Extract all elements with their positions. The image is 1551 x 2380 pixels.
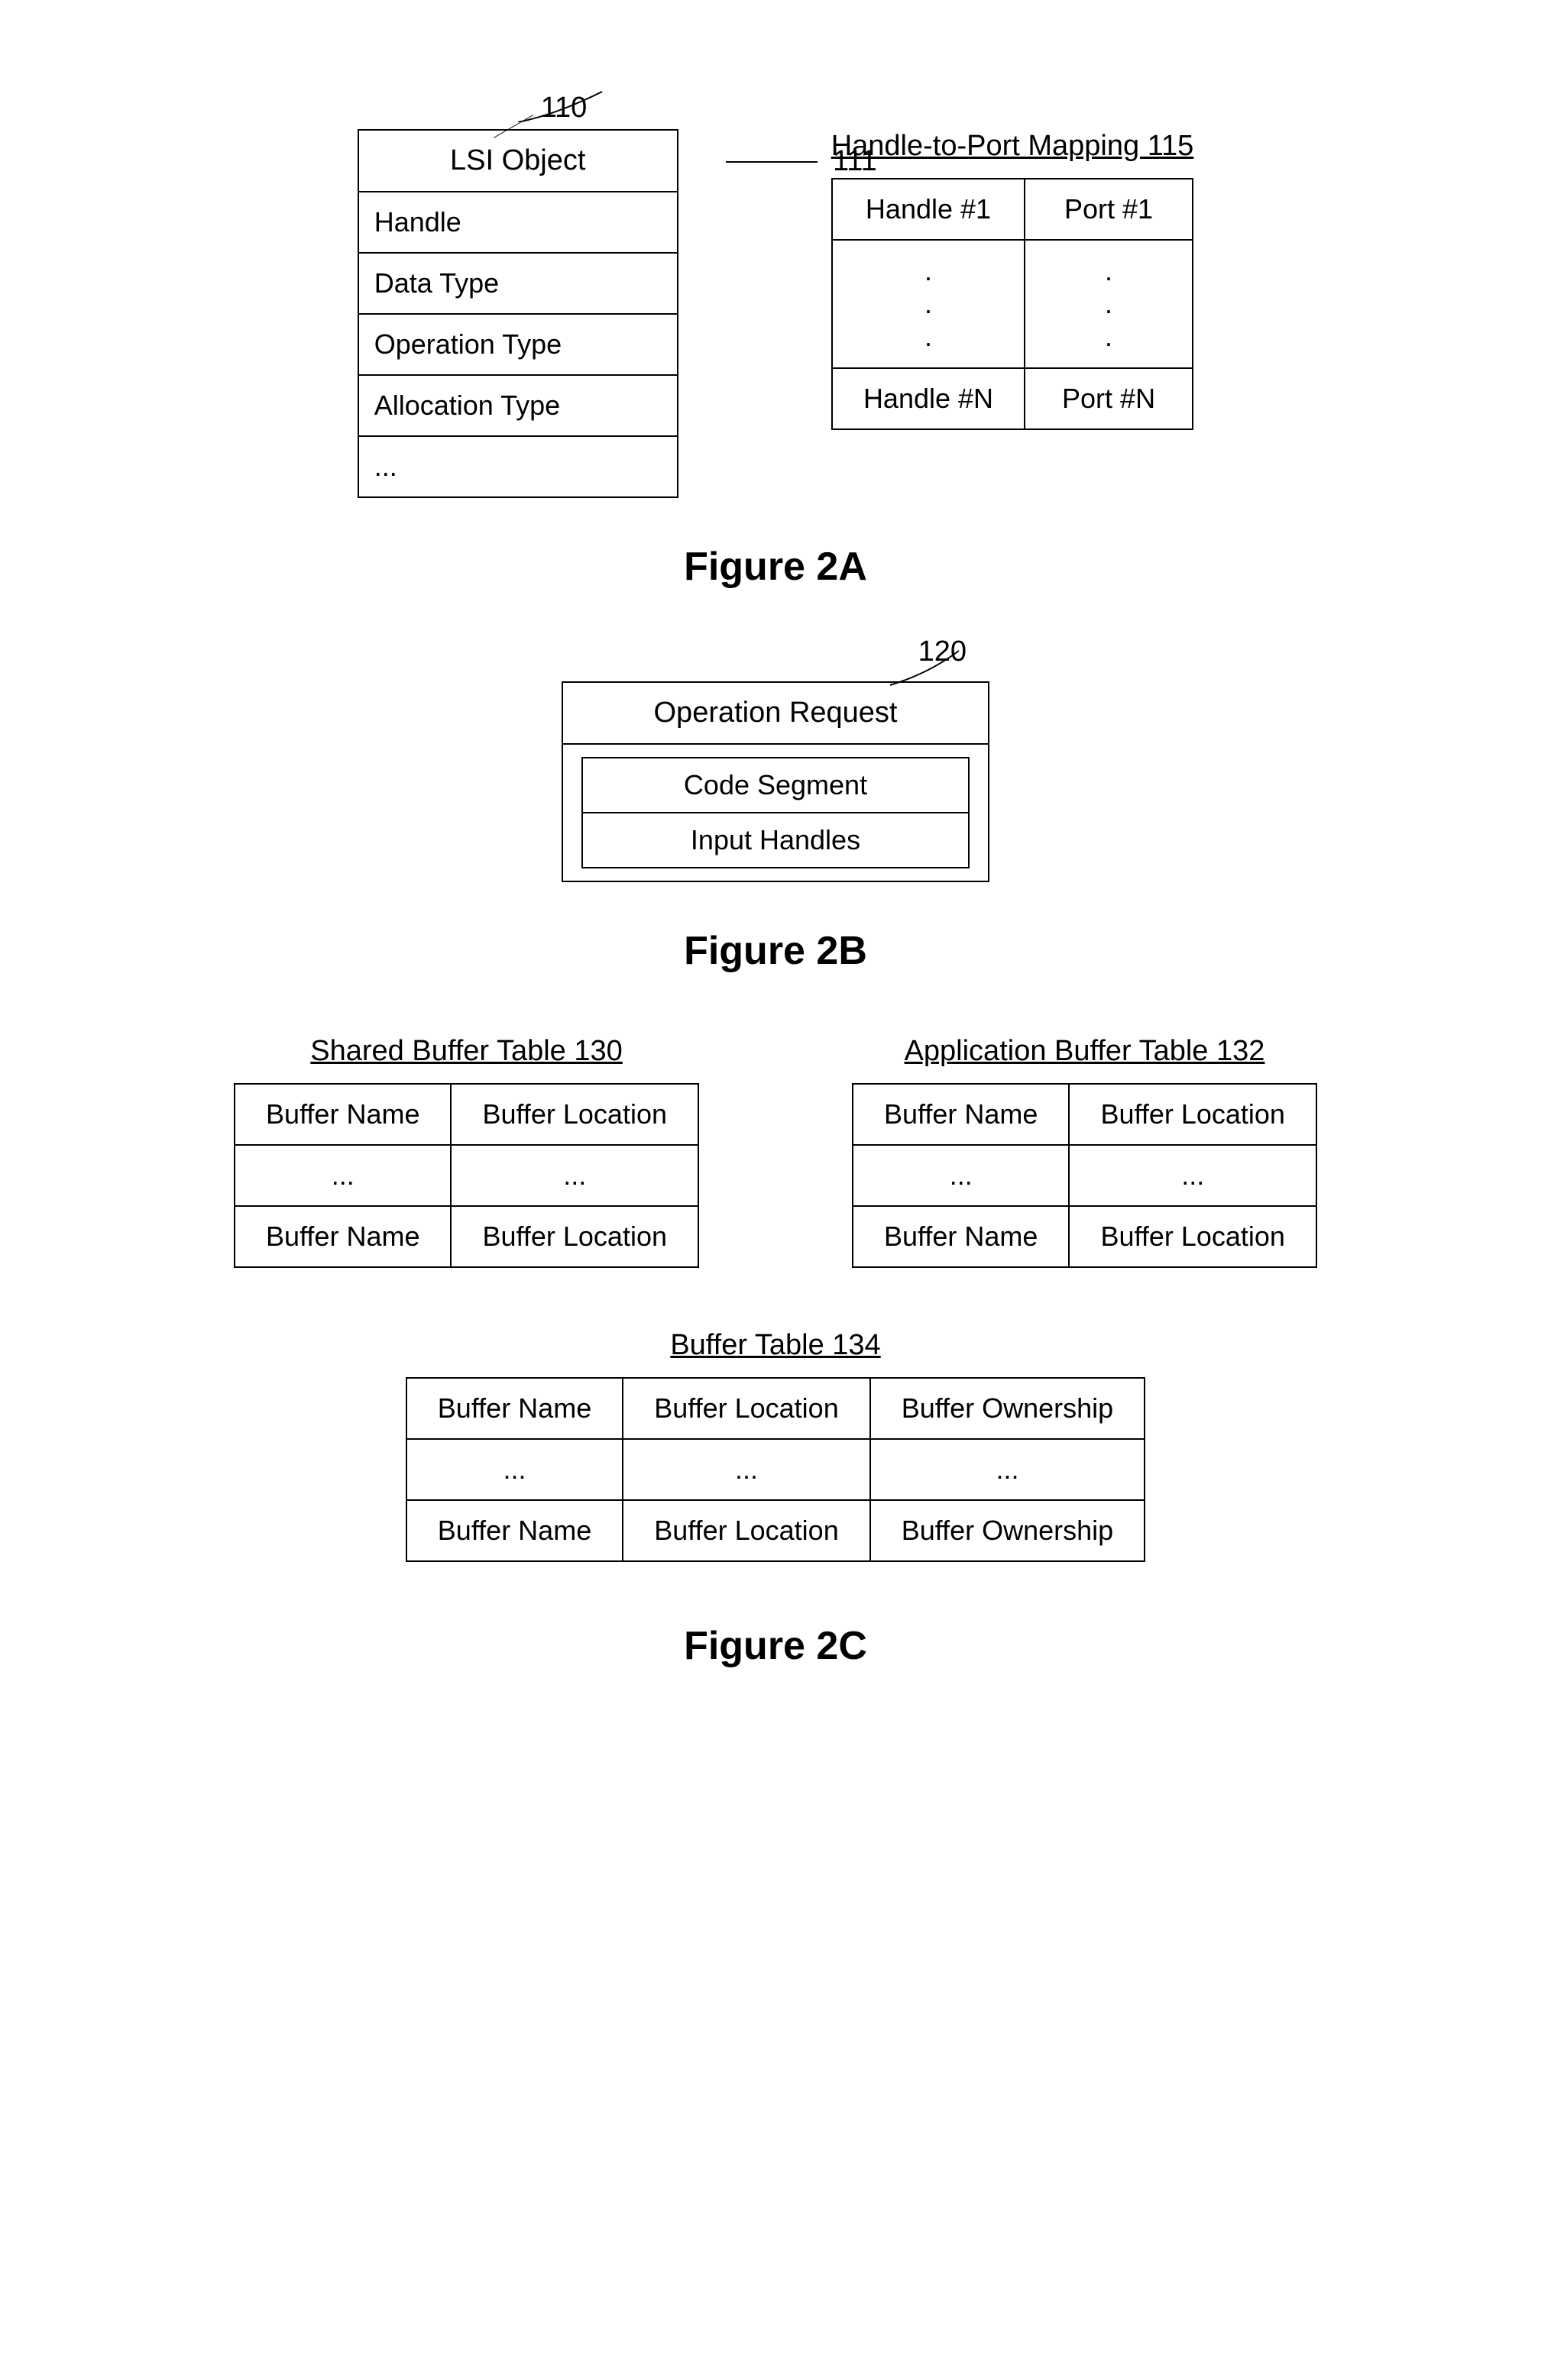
abt-r1c0: ... (853, 1145, 1069, 1206)
top-tables-row: Shared Buffer Table 130 Buffer Name Buff… (234, 1035, 1317, 1268)
inner-row-code: Code Segment (583, 758, 968, 813)
app-buffer-section: Application Buffer Table 132 Buffer Name… (852, 1035, 1317, 1268)
sbt-r1c0: ... (235, 1145, 451, 1206)
lsi-field-optype: Operation Type (359, 315, 677, 376)
abt-r0c0: Buffer Name (853, 1084, 1069, 1145)
buffer-table-134: Buffer Name Buffer Location Buffer Owner… (406, 1377, 1145, 1562)
hpm-dots-col2: ... (1025, 240, 1193, 368)
arrow-120 (837, 643, 989, 689)
abt-r0c1: Buffer Location (1069, 1084, 1316, 1145)
lsi-title: LSI Object (359, 131, 677, 192)
hpm-header-row: Handle #1 Port #1 (832, 179, 1193, 240)
operation-title: Operation Request (563, 683, 988, 745)
figure-2b-diagram: 120 Operation Request Code Segment Input… (562, 674, 989, 882)
arrow-110 (510, 84, 831, 122)
hpm-hn: Handle #N (832, 368, 1025, 429)
abt-r2c0: Buffer Name (853, 1206, 1069, 1267)
app-buffer-table: Buffer Name Buffer Location ... ... Buff… (852, 1083, 1317, 1268)
inner-row-input: Input Handles (583, 813, 968, 867)
figure-2c: Shared Buffer Table 130 Buffer Name Buff… (61, 1035, 1490, 1669)
operation-inner-box: Code Segment Input Handles (581, 757, 970, 868)
lsi-field-datatype: Data Type (359, 254, 677, 315)
operation-outer-box: Operation Request Code Segment Input Han… (562, 681, 989, 882)
figure-2a-content: 110 LSI Object Handle Data Type Operatio… (358, 46, 1194, 498)
bt134-r2c1: Buffer Location (623, 1500, 870, 1561)
figure-2a: 110 LSI Object Handle Data Type Operatio… (61, 46, 1490, 590)
bt134-r2c0: Buffer Name (406, 1500, 623, 1561)
figure-2c-caption: Figure 2C (684, 1623, 867, 1669)
line-111 (726, 154, 825, 170)
bt134-r0c2: Buffer Ownership (870, 1378, 1145, 1439)
bt134-r0c1: Buffer Location (623, 1378, 870, 1439)
sbt-r2c0: Buffer Name (235, 1206, 451, 1267)
sbt-r0c1: Buffer Location (451, 1084, 698, 1145)
bt134-row-2: Buffer Name Buffer Location Buffer Owner… (406, 1500, 1145, 1561)
abt-r2c1: Buffer Location (1069, 1206, 1316, 1267)
sbt-r0c0: Buffer Name (235, 1084, 451, 1145)
lsi-outer-box: LSI Object Handle Data Type Operation Ty… (358, 129, 678, 498)
buffer-table-134-section: Buffer Table 134 Buffer Name Buffer Loca… (406, 1329, 1145, 1562)
bt134-r1c2: ... (870, 1439, 1145, 1500)
hpm-dots-row: ... ... (832, 240, 1193, 368)
shared-buffer-section: Shared Buffer Table 130 Buffer Name Buff… (234, 1035, 699, 1268)
lsi-field-dots: ... (359, 437, 677, 496)
bt134-r0c0: Buffer Name (406, 1378, 623, 1439)
figure-2b-caption: Figure 2B (684, 928, 867, 974)
sbt-row-2: Buffer Name Buffer Location (235, 1206, 698, 1267)
label-111-group: 111 (726, 145, 877, 178)
bt134-r2c2: Buffer Ownership (870, 1500, 1145, 1561)
figure-2b-content: 120 Operation Request Code Segment Input… (562, 651, 989, 882)
abt-row-2: Buffer Name Buffer Location (853, 1206, 1316, 1267)
bt134-row-1: ... ... ... (406, 1439, 1145, 1500)
hpm-p1: Port #1 (1025, 179, 1193, 240)
label-111: 111 (833, 145, 877, 178)
hpm-dots-col1: ... (832, 240, 1025, 368)
buffer-table-134-title: Buffer Table 134 (670, 1329, 880, 1362)
bt134-r1c1: ... (623, 1439, 870, 1500)
abt-r1c1: ... (1069, 1145, 1316, 1206)
app-buffer-title: Application Buffer Table 132 (905, 1035, 1265, 1068)
lsi-field-alloctype: Allocation Type (359, 376, 677, 437)
sbt-r2c1: Buffer Location (451, 1206, 698, 1267)
abt-row-1: ... ... (853, 1145, 1316, 1206)
hpm-pn: Port #N (1025, 368, 1193, 429)
shared-buffer-table: Buffer Name Buffer Location ... ... Buff… (234, 1083, 699, 1268)
hpm-footer-row: Handle #N Port #N (832, 368, 1193, 429)
figure-2a-caption: Figure 2A (684, 544, 867, 590)
figure-2c-content: Shared Buffer Table 130 Buffer Name Buff… (61, 1035, 1490, 1562)
bt134-row-0: Buffer Name Buffer Location Buffer Owner… (406, 1378, 1145, 1439)
lsi-field-handle: Handle (359, 192, 677, 254)
page-container: 110 LSI Object Handle Data Type Operatio… (0, 0, 1551, 1776)
hpm-container: Handle-to-Port Mapping 115 Handle #1 Por… (831, 130, 1194, 430)
hpm-h1: Handle #1 (832, 179, 1025, 240)
sbt-r1c1: ... (451, 1145, 698, 1206)
lsi-container: 110 LSI Object Handle Data Type Operatio… (358, 92, 678, 498)
hpm-table: Handle #1 Port #1 ... ... Ha (831, 178, 1193, 430)
hpm-title: Handle-to-Port Mapping 115 (831, 130, 1194, 163)
bt134-r1c0: ... (406, 1439, 623, 1500)
sbt-row-1: ... ... (235, 1145, 698, 1206)
abt-row-0: Buffer Name Buffer Location (853, 1084, 1316, 1145)
shared-buffer-title: Shared Buffer Table 130 (310, 1035, 622, 1068)
figure-2b: 120 Operation Request Code Segment Input… (61, 651, 1490, 974)
sbt-row-0: Buffer Name Buffer Location (235, 1084, 698, 1145)
